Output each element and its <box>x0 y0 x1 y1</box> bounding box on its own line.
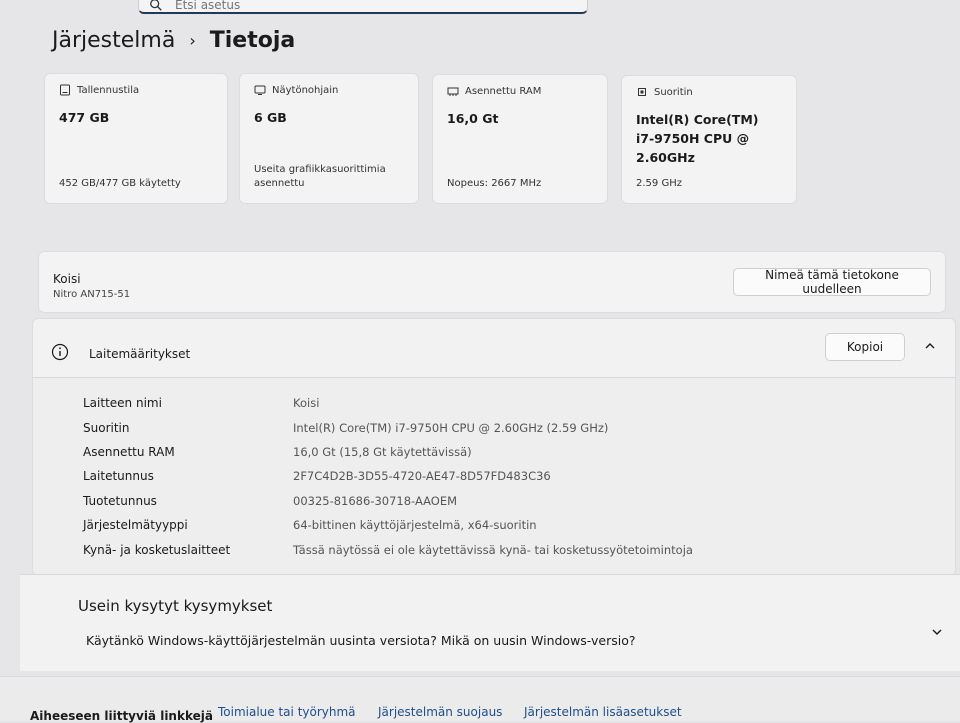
system-protection-link[interactable]: Järjestelmän suojaus <box>378 705 502 719</box>
page-title: Tietoja <box>209 28 296 53</box>
gpu-detail: Useita grafiikkasuorittimia asennettu <box>254 164 386 189</box>
domain-workgroup-link[interactable]: Toimialue tai työryhmä <box>218 705 356 719</box>
spec-value: Koisi <box>293 396 320 411</box>
spec-value: 00325-81686-30718-AAOEM <box>293 493 458 508</box>
device-specifications-section: Laitemääritykset Kopioi Laitteen nimi Koi… <box>32 318 956 576</box>
related-links-label: Aiheeseen liittyviä linkkejä <box>30 709 213 723</box>
spec-key: Asennettu RAM <box>83 444 175 459</box>
chevron-up-icon[interactable] <box>923 339 937 353</box>
device-specifications-header[interactable]: Laitemääritykset Kopioi <box>33 319 955 378</box>
cpu-speed: 2.59 GHz <box>636 178 682 189</box>
spec-row: Laitetunnus 2F7C4D2B-3D55-4720-AE47-8D57F… <box>83 464 693 488</box>
spec-value: 64-bittinen käyttöjärjestelmä, x64-suori… <box>293 518 537 533</box>
gpu-label: Näytönohjain <box>272 84 339 96</box>
faq-title: Usein kysytyt kysymykset <box>78 597 273 615</box>
specs-table: Laitteen nimi Koisi Suoritin Intel(R) Core… <box>83 391 693 562</box>
cpu-card: Suoritin Intel(R) Core(TM) i7-9750H CPU … <box>621 75 797 204</box>
spec-row: Kynä- ja kosketuslaitteet Tässä näytössä … <box>83 537 693 561</box>
spec-key: Suoritin <box>83 420 130 435</box>
storage-icon <box>60 84 70 96</box>
chevron-down-icon[interactable] <box>930 625 944 639</box>
spec-key: Laitteen nimi <box>83 396 162 411</box>
breadcrumb: Järjestelmä › Tietoja <box>52 28 295 53</box>
spec-row: Järjestelmätyyppi 64-bittinen käyttöjärje… <box>83 513 693 537</box>
spec-row: Suoritin Intel(R) Core(TM) i7-9750H CPU @… <box>83 415 693 439</box>
spec-key: Kynä- ja kosketuslaitteet <box>83 542 231 557</box>
gpu-value: 6 GB <box>254 110 287 125</box>
rename-pc-button[interactable]: Nimeä tämä tietokone uudelleen <box>733 268 931 296</box>
spec-value: Tässä näytössä ei ole käytettävissä kynä… <box>293 542 693 557</box>
device-specifications-title: Laitemääritykset <box>89 347 191 361</box>
spec-key: Laitetunnus <box>83 469 154 484</box>
storage-card: Tallennustila 477 GB 452 GB/477 GB käyte… <box>44 73 228 204</box>
storage-label: Tallennustila <box>77 84 140 96</box>
storage-usage: 452 GB/477 GB käytetty <box>59 178 181 189</box>
spec-row: Tuotetunnus 00325-81686-30718-AAOEM <box>83 489 693 513</box>
cpu-icon <box>638 88 646 96</box>
spec-key: Tuotetunnus <box>83 493 157 508</box>
ram-speed: Nopeus: 2667 MHz <box>447 178 542 189</box>
ram-label: Asennettu RAM <box>465 85 542 97</box>
spec-key: Järjestelmätyyppi <box>83 518 188 533</box>
faq-section: Usein kysytyt kysymykset Käytänkö Window… <box>20 574 960 671</box>
faq-question[interactable]: Käytänkö Windows-käyttöjärjestelmän uusi… <box>86 633 635 648</box>
cpu-value: Intel(R) Core(TM) i7-9750H CPU @ 2.60GHz <box>636 112 759 165</box>
ram-icon <box>447 87 459 96</box>
search-icon <box>150 0 162 11</box>
related-links-bar: Aiheeseen liittyviä linkkejä Toimialue t… <box>0 676 960 723</box>
spec-value: 2F7C4D2B-3D55-4720-AE47-8D57FD483C36 <box>293 469 551 484</box>
spec-value: 16,0 Gt (15,8 Gt käytettävissä) <box>293 444 472 459</box>
device-name: Koisi <box>53 272 81 286</box>
advanced-system-settings-link[interactable]: Järjestelmän lisäasetukset <box>524 705 682 719</box>
breadcrumb-parent[interactable]: Järjestelmä <box>52 28 175 53</box>
ram-value: 16,0 Gt <box>447 111 499 126</box>
info-icon <box>51 343 69 361</box>
cpu-label: Suoritin <box>654 86 693 98</box>
gpu-card: Näytönohjain 6 GB Useita grafiikkasuorit… <box>239 73 419 204</box>
settings-search-box[interactable] <box>138 0 588 14</box>
ram-card: Asennettu RAM 16,0 Gt Nopeus: 2667 MHz <box>432 74 608 204</box>
storage-value: 477 GB <box>59 110 110 125</box>
breadcrumb-separator-icon: › <box>189 31 196 50</box>
spec-value: Intel(R) Core(TM) i7-9750H CPU @ 2.60GHz… <box>293 420 609 435</box>
device-name-row: Koisi Nitro AN715-51 Nimeä tämä tietokon… <box>38 251 946 313</box>
device-model: Nitro AN715-51 <box>53 289 131 300</box>
spec-row: Asennettu RAM 16,0 Gt (15,8 Gt käytettävi… <box>83 440 693 464</box>
gpu-icon <box>254 85 266 95</box>
copy-button[interactable]: Kopioi <box>825 333 905 361</box>
search-input[interactable] <box>173 0 557 13</box>
spec-row: Laitteen nimi Koisi <box>83 391 693 415</box>
